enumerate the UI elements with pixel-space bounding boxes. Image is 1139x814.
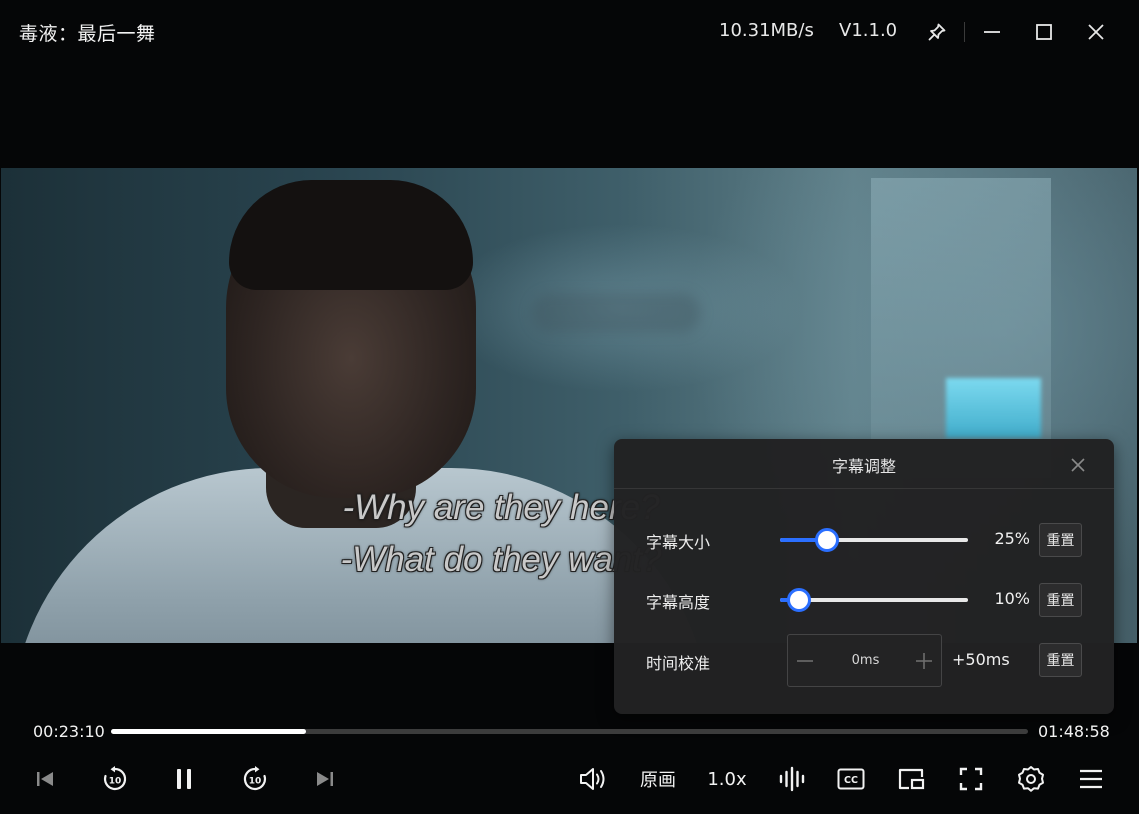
- forward-10-icon: 10: [243, 766, 267, 791]
- progress-bar[interactable]: [111, 729, 1028, 734]
- minimize-icon: [984, 31, 1000, 33]
- time-sync-label: 时间校准: [646, 654, 711, 673]
- cc-label: CC: [844, 775, 858, 786]
- app-version: V1.1.0: [839, 20, 898, 41]
- subtitle-height-slider-thumb[interactable]: [786, 588, 811, 612]
- subtitle-size-slider[interactable]: [780, 528, 968, 552]
- panel-title: 字幕调整: [831, 457, 896, 476]
- skip-next-icon: [317, 772, 333, 786]
- video-player-window: 毒液：最后一舞 10.31MB/s V1.1.0 -Why are they h…: [0, 0, 1139, 814]
- pin-icon: [928, 23, 946, 41]
- minimize-button[interactable]: [976, 16, 1008, 48]
- rewind-10-button[interactable]: 10: [99, 762, 131, 796]
- subtitle-height-label: 字幕高度: [646, 593, 711, 612]
- maximize-button[interactable]: [1028, 16, 1060, 48]
- next-episode-button[interactable]: [310, 762, 340, 796]
- title-bar: 毒液：最后一舞 10.31MB/s V1.1.0: [0, 0, 1139, 64]
- cc-icon: CC: [837, 768, 865, 790]
- subtitle-height-slider[interactable]: [780, 588, 968, 612]
- svg-text:10: 10: [109, 777, 122, 787]
- fullscreen-icon: [959, 767, 983, 791]
- audio-track-icon: [779, 766, 805, 792]
- volume-button[interactable]: [576, 762, 610, 796]
- subtitle-adjust-panel: 字幕调整 字幕大小 25% 重置 字幕高度 10% 重置 时间校准 0ms +5…: [614, 439, 1114, 714]
- close-window-button[interactable]: [1080, 16, 1112, 48]
- settings-icon: [1018, 766, 1044, 792]
- current-time: 00:23:10: [33, 722, 105, 741]
- previous-episode-button[interactable]: [30, 762, 60, 796]
- titlebar-separator: [964, 22, 965, 42]
- panel-close-button[interactable]: [1066, 453, 1090, 477]
- rewind-10-icon: 10: [103, 766, 127, 791]
- time-sync-step-size: +50ms: [952, 650, 1010, 669]
- pause-button[interactable]: [169, 762, 199, 796]
- settings-button[interactable]: [1014, 762, 1048, 796]
- time-sync-stepper: 0ms: [787, 634, 942, 687]
- maximize-icon: [1036, 24, 1052, 40]
- picture-in-picture-icon: [898, 768, 925, 790]
- fullscreen-button[interactable]: [955, 762, 987, 796]
- subtitle-size-slider-thumb[interactable]: [815, 528, 839, 552]
- playlist-button[interactable]: [1074, 762, 1108, 796]
- minus-icon: [797, 659, 813, 662]
- time-sync-increase-button[interactable]: [907, 635, 941, 686]
- subtitle-size-reset-button[interactable]: 重置: [1039, 523, 1082, 557]
- person-hair: [229, 180, 473, 290]
- svg-text:10: 10: [249, 777, 262, 787]
- panel-divider: [614, 488, 1114, 489]
- time-sync-reset-button[interactable]: 重置: [1039, 643, 1082, 677]
- time-sync-value[interactable]: 0ms: [822, 635, 909, 686]
- audio-track-button[interactable]: [776, 762, 808, 796]
- volume-icon: [580, 768, 605, 790]
- forward-10-button[interactable]: 10: [239, 762, 271, 796]
- quality-button[interactable]: 原画: [634, 762, 682, 796]
- total-time: 01:48:58: [1038, 722, 1110, 741]
- pin-button[interactable]: [921, 16, 953, 48]
- playback-speed-button[interactable]: 1.0x: [703, 762, 751, 796]
- close-icon: [1071, 458, 1085, 472]
- subtitle-button[interactable]: CC: [835, 762, 867, 796]
- background-sign: [531, 293, 701, 333]
- progress-bar-fill: [111, 729, 306, 734]
- video-title: 毒液：最后一舞: [19, 23, 156, 45]
- skip-previous-icon: [37, 772, 53, 786]
- subtitle-size-label: 字幕大小: [646, 533, 711, 552]
- playlist-icon: [1080, 769, 1102, 789]
- time-sync-decrease-button[interactable]: [788, 635, 822, 686]
- picture-in-picture-button[interactable]: [895, 762, 927, 796]
- subtitle-size-value: 25%: [994, 529, 1030, 548]
- pause-icon: [177, 769, 191, 789]
- background-screen-light: [946, 378, 1041, 438]
- plus-icon: [916, 652, 932, 669]
- subtitle-height-value: 10%: [994, 589, 1030, 608]
- subtitle-height-reset-button[interactable]: 重置: [1039, 583, 1082, 617]
- network-speed: 10.31MB/s: [719, 20, 814, 41]
- close-icon: [1088, 24, 1104, 40]
